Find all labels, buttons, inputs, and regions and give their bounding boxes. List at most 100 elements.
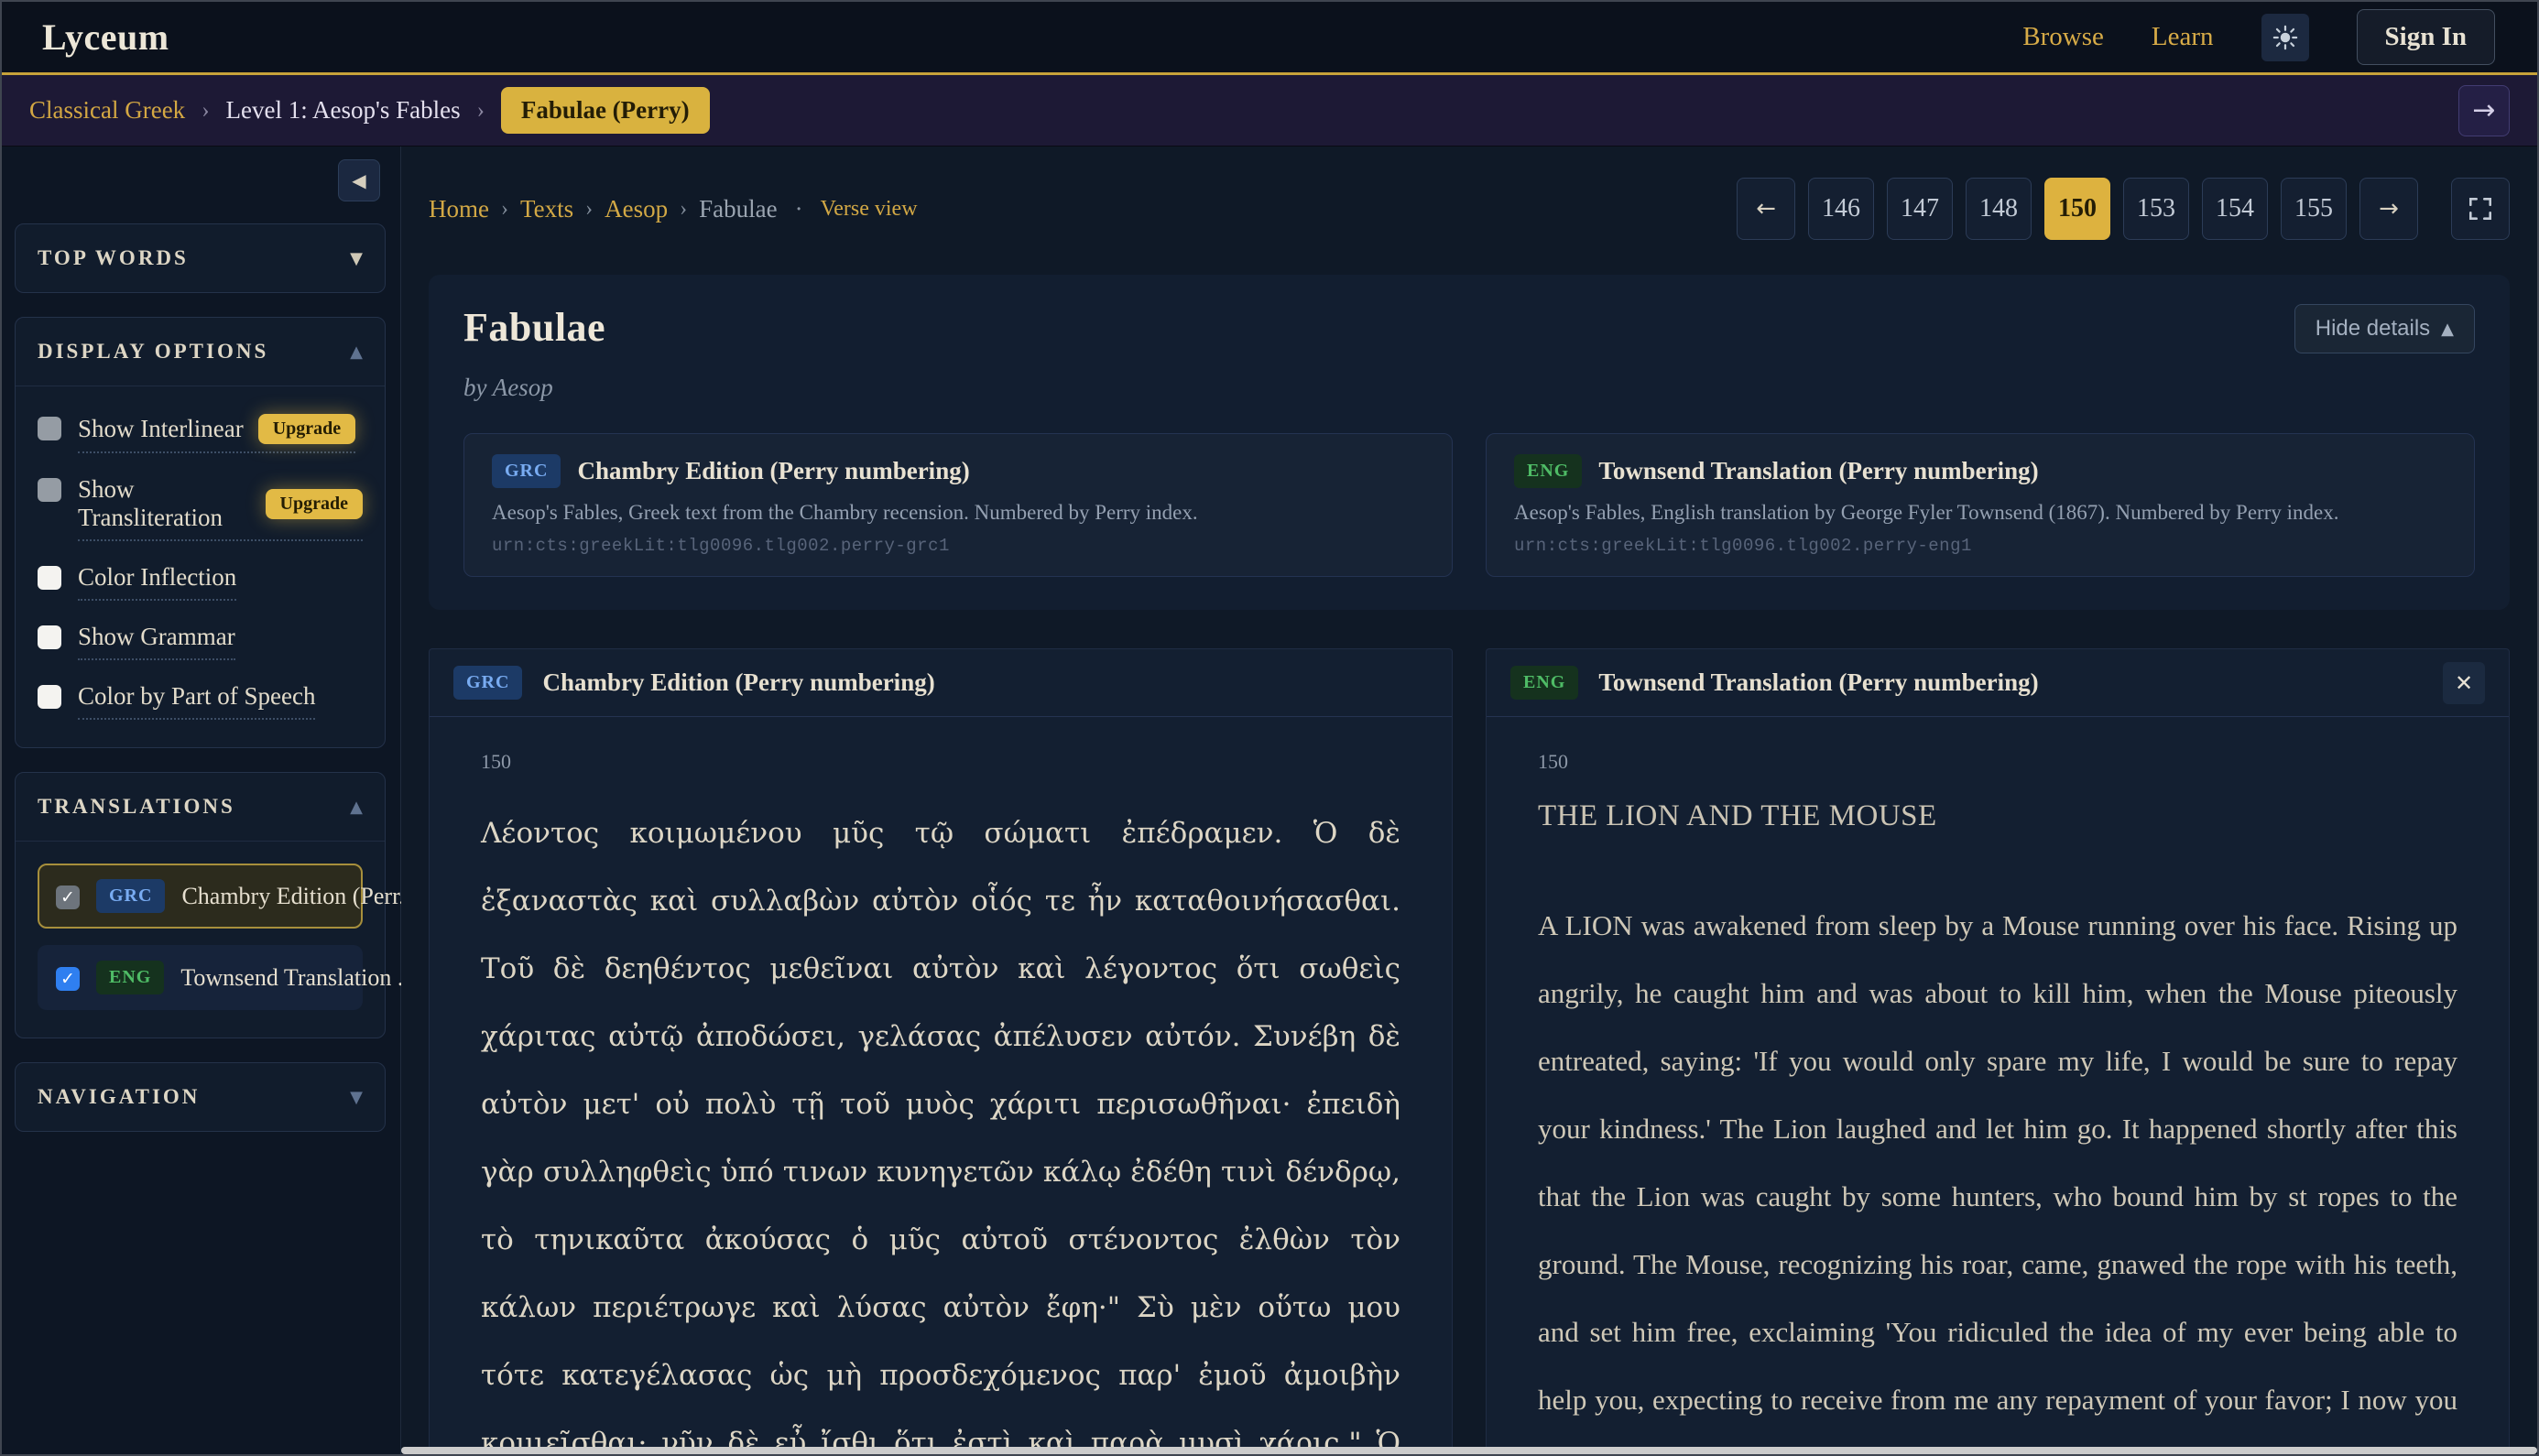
top-words-header[interactable]: TOP WORDS ▼ bbox=[16, 224, 385, 292]
page-button-146[interactable]: 146 bbox=[1808, 178, 1874, 240]
english-verse-text[interactable]: A LION was awakened from sleep by a Mous… bbox=[1538, 892, 2457, 1454]
page-button-148[interactable]: 148 bbox=[1966, 178, 2032, 240]
edition-card-urn: urn:cts:greekLit:tlg0096.tlg002.perry-en… bbox=[1514, 536, 2446, 556]
upgrade-badge[interactable]: Upgrade bbox=[258, 414, 355, 444]
greek-text-panel: GRC Chambry Edition (Perry numbering) 15… bbox=[429, 648, 1453, 1454]
breadcrumb-texts-link[interactable]: Texts bbox=[520, 195, 573, 223]
edition-card-head: GRC Chambry Edition (Perry numbering) bbox=[492, 454, 1424, 488]
breadcrumb-home-link[interactable]: Home bbox=[429, 195, 489, 223]
sidebar-section-top-words: TOP WORDS ▼ bbox=[15, 223, 386, 293]
navbar-links: Browse Learn Sign In bbox=[2022, 9, 2495, 65]
edition-card-urn: urn:cts:greekLit:tlg0096.tlg002.perry-gr… bbox=[492, 536, 1424, 556]
page-button-155[interactable]: 155 bbox=[2281, 178, 2347, 240]
option-show-grammar[interactable]: Show Grammar bbox=[38, 623, 363, 660]
edition-card-description: Aesop's Fables, English translation by G… bbox=[1514, 501, 2446, 525]
color-inflection-checkbox[interactable] bbox=[38, 566, 61, 590]
navigation-header[interactable]: NAVIGATION ▼ bbox=[16, 1063, 385, 1131]
course-breadcrumb-current-badge[interactable]: Fabulae (Perry) bbox=[501, 87, 710, 134]
close-english-panel-button[interactable]: ✕ bbox=[2443, 662, 2485, 704]
sidebar-collapse-button[interactable]: ◀ bbox=[338, 159, 380, 201]
close-icon: ✕ bbox=[2455, 670, 2473, 696]
greek-verse-text[interactable]: Λέοντος κοιμωμένου μῦς τῷ σώματι ἐπέδραμ… bbox=[481, 799, 1400, 1454]
english-panel-title: Townsend Translation (Perry numbering) bbox=[1598, 668, 2038, 697]
navigation-title: NAVIGATION bbox=[38, 1085, 200, 1109]
townsend-checkbox[interactable] bbox=[56, 967, 80, 991]
option-label: Show Grammar bbox=[78, 623, 235, 651]
chevron-up-icon: ▲ bbox=[2441, 320, 2454, 339]
option-label: Color by Part of Speech bbox=[78, 682, 315, 711]
option-label-wrap: Color Inflection bbox=[78, 563, 236, 601]
course-breadcrumb-level-link[interactable]: Level 1: Aesop's Fables bbox=[226, 96, 461, 125]
color-by-pos-checkbox[interactable] bbox=[38, 685, 61, 709]
chevron-down-icon: ▼ bbox=[350, 249, 363, 268]
nav-learn-link[interactable]: Learn bbox=[2152, 22, 2214, 52]
fullscreen-icon bbox=[2467, 195, 2494, 223]
option-color-by-part-of-speech[interactable]: Color by Part of Speech bbox=[38, 682, 363, 720]
course-breadcrumb-root-link[interactable]: Classical Greek bbox=[29, 96, 185, 125]
reader-toolbar: Home › Texts › Aesop › Fabulae · Verse v… bbox=[429, 178, 2510, 240]
edition-card-title: Chambry Edition (Perry numbering) bbox=[577, 457, 969, 485]
option-show-interlinear[interactable]: Show Interlinear Upgrade bbox=[38, 414, 363, 453]
theme-toggle-button[interactable] bbox=[2261, 14, 2309, 61]
option-label: Color Inflection bbox=[78, 563, 236, 592]
arrow-right-icon: → bbox=[2379, 195, 2399, 223]
page-button-154[interactable]: 154 bbox=[2202, 178, 2268, 240]
eng-language-badge: ENG bbox=[1514, 454, 1582, 488]
course-forward-button[interactable]: → bbox=[2458, 85, 2510, 136]
show-grammar-checkbox[interactable] bbox=[38, 625, 61, 649]
upgrade-badge[interactable]: Upgrade bbox=[266, 489, 363, 519]
sign-in-button[interactable]: Sign In bbox=[2357, 9, 2495, 65]
option-color-inflection[interactable]: Color Inflection bbox=[38, 563, 363, 601]
page-button-147[interactable]: 147 bbox=[1887, 178, 1953, 240]
chevron-up-icon: ▲ bbox=[350, 798, 363, 817]
hide-details-label: Hide details bbox=[2316, 316, 2430, 342]
previous-page-button[interactable]: ← bbox=[1737, 178, 1795, 240]
translation-item-townsend[interactable]: ENG Townsend Translation ... bbox=[38, 945, 363, 1010]
next-page-button[interactable]: → bbox=[2359, 178, 2418, 240]
display-options-header[interactable]: DISPLAY OPTIONS ▲ bbox=[16, 318, 385, 386]
collapse-left-icon: ◀ bbox=[352, 169, 365, 191]
hide-details-button[interactable]: Hide details ▲ bbox=[2294, 304, 2475, 353]
breadcrumb-separator: › bbox=[585, 197, 593, 222]
page-button-150-active[interactable]: 150 bbox=[2044, 178, 2110, 240]
translation-item-chambry[interactable]: GRC Chambry Edition (Perr... bbox=[38, 864, 363, 929]
option-show-transliteration[interactable]: Show Transliteration Upgrade bbox=[38, 475, 363, 541]
horizontal-scrollbar[interactable] bbox=[401, 1447, 2537, 1454]
fullscreen-button[interactable] bbox=[2451, 178, 2510, 240]
option-label: Show Interlinear bbox=[78, 415, 244, 443]
chambry-checkbox[interactable] bbox=[56, 886, 80, 909]
work-details-panel: Fabulae Hide details ▲ by Aesop GRC Cham… bbox=[429, 275, 2510, 610]
nav-browse-link[interactable]: Browse bbox=[2022, 22, 2104, 52]
breadcrumb-separator: › bbox=[202, 98, 209, 124]
greek-panel-header: GRC Chambry Edition (Perry numbering) bbox=[430, 649, 1452, 717]
eng-language-badge: ENG bbox=[1510, 666, 1578, 700]
details-head: Fabulae Hide details ▲ bbox=[463, 304, 2475, 353]
chevron-down-icon: ▼ bbox=[350, 1088, 363, 1107]
show-interlinear-checkbox[interactable] bbox=[38, 417, 61, 440]
grc-language-badge: GRC bbox=[453, 666, 522, 700]
breadcrumb-separator: › bbox=[680, 197, 687, 222]
sidebar: ◀ TOP WORDS ▼ DISPLAY OPTIONS ▲ bbox=[2, 147, 401, 1454]
edition-card-greek: GRC Chambry Edition (Perry numbering) Ae… bbox=[463, 433, 1453, 577]
eng-language-badge: ENG bbox=[96, 961, 164, 994]
breadcrumb-author-link[interactable]: Aesop bbox=[605, 195, 668, 223]
option-label-wrap: Show Transliteration Upgrade bbox=[78, 475, 363, 541]
english-text-panel: ENG Townsend Translation (Perry numberin… bbox=[1486, 648, 2510, 1454]
top-navbar: Lyceum Browse Learn Sign In bbox=[2, 2, 2537, 75]
verse-view-link[interactable]: Verse view bbox=[821, 197, 918, 222]
translations-title: TRANSLATIONS bbox=[38, 795, 235, 819]
translations-header[interactable]: TRANSLATIONS ▲ bbox=[16, 773, 385, 841]
edition-card-head: ENG Townsend Translation (Perry numberin… bbox=[1514, 454, 2446, 488]
show-transliteration-checkbox[interactable] bbox=[38, 478, 61, 502]
sidebar-section-translations: TRANSLATIONS ▲ GRC Chambry Edition (Perr… bbox=[15, 772, 386, 1038]
page-button-153[interactable]: 153 bbox=[2123, 178, 2189, 240]
grc-language-badge: GRC bbox=[492, 454, 561, 488]
brand-logo[interactable]: Lyceum bbox=[42, 16, 169, 59]
display-options-body: Show Interlinear Upgrade Show Transliter… bbox=[16, 386, 385, 747]
sidebar-collapse-row: ◀ bbox=[15, 159, 380, 201]
fable-heading: THE LION AND THE MOUSE bbox=[1538, 799, 2457, 833]
verse-number: 150 bbox=[1538, 750, 2457, 774]
pagination: ← 146 147 148 150 153 154 155 → bbox=[1737, 178, 2510, 240]
option-label-wrap: Show Grammar bbox=[78, 623, 235, 660]
reader-breadcrumb: Home › Texts › Aesop › Fabulae · Verse v… bbox=[429, 195, 918, 223]
